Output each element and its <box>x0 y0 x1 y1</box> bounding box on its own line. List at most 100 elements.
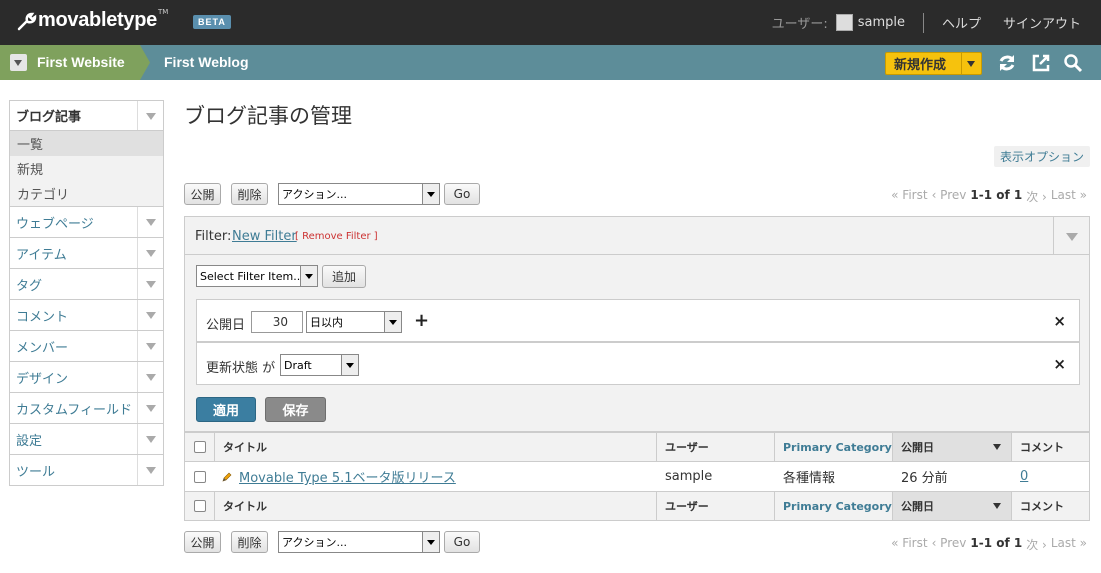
go-button[interactable]: Go <box>444 183 480 205</box>
external-link-icon[interactable] <box>1031 53 1051 73</box>
chevron-down-icon[interactable] <box>137 362 163 392</box>
column-divider <box>656 492 657 520</box>
sidebar-item-tools[interactable]: ツール <box>10 455 163 485</box>
entry-title-link[interactable]: Movable Type 5.1ベータ版リリース <box>239 467 456 486</box>
filter-item-select-value: Select Filter Item... <box>200 269 304 283</box>
new-filter-link[interactable]: New Filter <box>232 229 297 244</box>
display-options-button[interactable]: 表示オプション <box>993 146 1090 167</box>
sidebar-item-design[interactable]: デザイン <box>10 362 163 392</box>
column-header-category[interactable]: Primary Category <box>783 433 892 461</box>
sidebar-item-tags[interactable]: タグ <box>10 269 163 299</box>
close-icon[interactable]: × <box>1053 355 1066 373</box>
top-bar: movabletype TM BETA ユーザー: sample ヘルプ サイン… <box>0 0 1101 45</box>
filter-date-label: 公開日 <box>206 318 246 333</box>
row-checkbox[interactable] <box>194 470 206 483</box>
filter-status-label: 更新状態 が <box>206 361 276 376</box>
table-row: Movable Type 5.1ベータ版リリース sample 各種情報 26 … <box>185 461 1089 491</box>
days-input[interactable]: 30 <box>251 311 303 333</box>
sidebar-item-comments[interactable]: コメント <box>10 300 163 330</box>
action-select[interactable]: アクション... <box>278 183 440 205</box>
sidebar-subitem-list[interactable]: 一覧 <box>10 131 163 156</box>
chevron-down-icon[interactable] <box>137 455 163 485</box>
select-all-checkbox[interactable] <box>194 441 206 453</box>
wrench-icon <box>17 12 37 30</box>
pagination: « First ‹ Prev 1-1 of 1 次 › Last » <box>891 188 1087 205</box>
sidebar-subitem-new[interactable]: 新規 <box>10 156 163 181</box>
add-filter-button[interactable]: 追加 <box>322 265 366 288</box>
apply-button[interactable]: 適用 <box>196 397 256 422</box>
new-create-label: 新規作成 <box>894 58 947 73</box>
chevron-down-icon <box>422 184 439 204</box>
filter-item-select[interactable]: Select Filter Item... <box>196 265 318 287</box>
chevron-down-icon[interactable] <box>137 393 163 423</box>
pagination-bottom: « First ‹ Prev 1-1 of 1 次 › Last » <box>891 536 1087 553</box>
delete-button-bottom[interactable]: 削除 <box>231 531 268 553</box>
column-header-date[interactable]: 公開日 <box>893 433 1011 461</box>
entry-comments-link[interactable]: 0 <box>1020 469 1028 484</box>
chevron-down-icon[interactable] <box>137 269 163 299</box>
chevron-down-icon[interactable] <box>961 53 981 74</box>
search-icon[interactable] <box>1063 53 1083 73</box>
scope-dropdown-icon[interactable] <box>10 54 27 71</box>
column-header-title[interactable]: タイトル <box>223 433 267 461</box>
days-unit-select[interactable]: 日以内 <box>306 311 402 333</box>
chevron-down-icon[interactable] <box>1053 217 1089 255</box>
sidebar-section: コメント <box>10 300 163 331</box>
entries-table: タイトル ユーザー Primary Category 公開日 コメント Mova… <box>184 432 1090 521</box>
sidebar-item-custom-fields[interactable]: カスタムフィールド <box>10 393 163 423</box>
help-link[interactable]: ヘルプ <box>942 13 981 32</box>
sidebar-item-label: デザイン <box>16 371 69 387</box>
sort-desc-icon <box>993 503 1001 509</box>
chevron-down-icon[interactable] <box>137 331 163 361</box>
column-divider <box>214 492 215 520</box>
column-footer-user[interactable]: ユーザー <box>665 492 709 520</box>
close-icon[interactable]: × <box>1053 312 1066 330</box>
pager-last: Last » <box>1050 188 1087 202</box>
sidebar-subitem-category[interactable]: カテゴリ <box>10 181 163 206</box>
pager-first: « First <box>891 536 928 550</box>
delete-button[interactable]: 削除 <box>231 183 268 205</box>
signout-link[interactable]: サインアウト <box>1003 13 1081 32</box>
sidebar-item-assets[interactable]: アイテム <box>10 238 163 268</box>
column-footer-category[interactable]: Primary Category <box>783 492 892 520</box>
sidebar-item-settings[interactable]: 設定 <box>10 424 163 454</box>
chevron-down-icon[interactable] <box>137 101 163 130</box>
filter-row-date: 公開日 30 日以内 + × <box>196 299 1080 342</box>
sidebar-item-pages[interactable]: ウェブページ <box>10 207 163 237</box>
save-button[interactable]: 保存 <box>265 397 326 422</box>
sidebar-section: ウェブページ <box>10 207 163 238</box>
filter-label: Filter: <box>195 229 232 244</box>
avatar <box>835 14 853 31</box>
publish-button-bottom[interactable]: 公開 <box>184 531 221 553</box>
entry-category: 各種情報 <box>783 471 836 486</box>
remove-filter-link[interactable]: [ Remove Filter ] <box>295 231 378 242</box>
column-header-user[interactable]: ユーザー <box>665 433 709 461</box>
entry-date: 26 分前 <box>901 471 948 486</box>
chevron-down-icon[interactable] <box>137 238 163 268</box>
column-footer-comments[interactable]: コメント <box>1020 492 1064 520</box>
chevron-down-icon <box>422 532 439 552</box>
sidebar-item-members[interactable]: メンバー <box>10 331 163 361</box>
action-select-value: アクション... <box>282 188 347 201</box>
logo[interactable]: movabletype TM <box>16 8 168 32</box>
chevron-down-icon[interactable] <box>137 424 163 454</box>
go-button-bottom[interactable]: Go <box>444 531 480 553</box>
sidebar-item-entries[interactable]: ブログ記事 <box>10 101 163 131</box>
action-select-bottom[interactable]: アクション... <box>278 531 440 553</box>
blog-crumb[interactable]: First Weblog <box>164 54 249 70</box>
chevron-down-icon[interactable] <box>137 207 163 237</box>
column-footer-date[interactable]: 公開日 <box>893 492 1011 520</box>
chevron-down-icon[interactable] <box>137 300 163 330</box>
user-name-link[interactable]: sample <box>858 15 905 30</box>
column-header-comments[interactable]: コメント <box>1020 433 1064 461</box>
column-divider <box>656 433 657 461</box>
status-select[interactable]: Draft <box>280 354 359 376</box>
refresh-icon[interactable] <box>997 53 1017 73</box>
website-crumb[interactable]: First Website <box>0 45 150 80</box>
column-footer-title[interactable]: タイトル <box>223 492 267 520</box>
publish-button[interactable]: 公開 <box>184 183 221 205</box>
sidebar-section: デザイン <box>10 362 163 393</box>
plus-icon[interactable]: + <box>414 310 429 331</box>
select-all-checkbox[interactable] <box>194 500 206 512</box>
new-create-button[interactable]: 新規作成 <box>885 52 982 75</box>
